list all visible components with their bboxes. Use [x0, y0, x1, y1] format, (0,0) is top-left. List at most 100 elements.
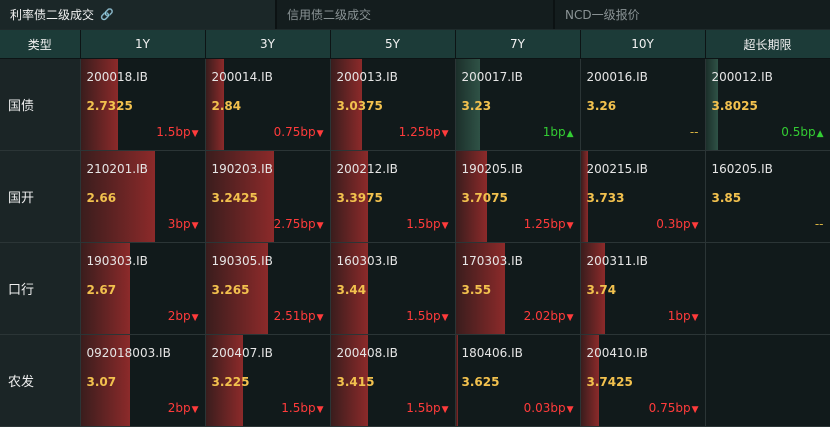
bond-cell[interactable]: 190205.IB 3.7075 1.25bp▼	[455, 150, 581, 243]
triangle-down-icon: ▼	[191, 405, 199, 415]
bond-yield: 3.44	[336, 283, 367, 297]
bond-cell[interactable]: 200410.IB 3.7425 0.75bp▼	[580, 334, 706, 427]
bond-code: 190205.IB	[461, 162, 523, 176]
yield-change: 3bp▼	[168, 217, 199, 231]
bond-cell[interactable]: 180406.IB 3.625 0.03bp▼	[455, 334, 581, 427]
yield-change-value: 2.75bp	[273, 217, 316, 231]
yield-change: --	[815, 217, 824, 231]
column-header-3y[interactable]: 3Y	[205, 30, 331, 59]
bond-yield: 3.26	[586, 99, 617, 113]
yield-change: --	[690, 125, 699, 139]
column-header-7y[interactable]: 7Y	[455, 30, 581, 59]
column-header-1y[interactable]: 1Y	[80, 30, 206, 59]
triangle-up-icon: ▲	[566, 129, 574, 139]
bond-cell[interactable]: 160205.IB 3.85 --	[705, 150, 830, 243]
column-header-5y[interactable]: 5Y	[330, 30, 456, 59]
tab-rate-bond-trades[interactable]: 利率债二级成交 🔗	[0, 0, 275, 29]
bond-code: 200013.IB	[336, 70, 398, 84]
table-row: 国开 210201.IB 2.66 3bp▼ 190203.IB 3.2425 2.75bp…	[0, 150, 830, 243]
yield-change-value: 1bp	[542, 125, 566, 139]
bond-cell[interactable]: 200408.IB 3.415 1.5bp▼	[330, 334, 456, 427]
bond-cell[interactable]: 200016.IB 3.26 --	[580, 58, 706, 151]
yield-change-value: 3bp	[167, 217, 191, 231]
bond-cell[interactable]: 200212.IB 3.3975 1.5bp▼	[330, 150, 456, 243]
row-type-label: 国开	[0, 150, 81, 243]
triangle-down-icon: ▼	[316, 221, 324, 231]
bond-cell[interactable]: 170303.IB 3.55 2.02bp▼	[455, 242, 581, 335]
bond-code: 200017.IB	[461, 70, 523, 84]
yield-change-value: 0.03bp	[523, 401, 566, 415]
yield-change: 0.03bp▼	[524, 401, 574, 415]
bond-yield: 3.55	[461, 283, 492, 297]
bond-cell[interactable]: 200215.IB 3.733 0.3bp▼	[580, 150, 706, 243]
yield-change-value: 2bp	[167, 401, 191, 415]
yield-change: 1.25bp▼	[524, 217, 574, 231]
tab-label: 信用债二级成交	[287, 8, 372, 22]
tab-ncd-quotes[interactable]: NCD一级报价	[555, 0, 830, 29]
bond-cell[interactable]: 210201.IB 2.66 3bp▼	[80, 150, 206, 243]
bond-cell[interactable]: 200013.IB 3.0375 1.25bp▼	[330, 58, 456, 151]
yield-change-value: 1.5bp	[406, 401, 441, 415]
tab-label: NCD一级报价	[565, 8, 640, 22]
yield-change: 0.75bp▼	[274, 125, 324, 139]
bond-cell[interactable]: 190203.IB 3.2425 2.75bp▼	[205, 150, 331, 243]
yield-change: 0.3bp▼	[656, 217, 698, 231]
yield-change-value: 0.5bp	[781, 125, 816, 139]
yield-change: 2.02bp▼	[524, 309, 574, 323]
bond-code: 190203.IB	[211, 162, 273, 176]
yield-change: 1.5bp▼	[406, 309, 448, 323]
yield-change-value: 1.5bp	[156, 125, 191, 139]
bond-code: 210201.IB	[86, 162, 148, 176]
bond-cell[interactable]: 200014.IB 2.84 0.75bp▼	[205, 58, 331, 151]
yield-change-value: --	[689, 125, 699, 139]
yield-change: 1bp▼	[668, 309, 699, 323]
bond-yield: 3.625	[461, 375, 500, 389]
tab-label: 利率债二级成交	[10, 8, 95, 22]
bond-yield: 2.84	[211, 99, 242, 113]
table-row: 口行 190303.IB 2.67 2bp▼ 190305.IB 3.265 2.51bp▼…	[0, 242, 830, 335]
bond-cell[interactable]: 200012.IB 3.8025 0.5bp▲	[705, 58, 830, 151]
bond-cell[interactable]: 200017.IB 3.23 1bp▲	[455, 58, 581, 151]
yield-change-value: 1.5bp	[406, 217, 441, 231]
row-type-label: 口行	[0, 242, 81, 335]
bond-yield: 3.7425	[586, 375, 633, 389]
bond-code: 200311.IB	[586, 254, 648, 268]
bond-code: 190305.IB	[211, 254, 273, 268]
bond-cell[interactable]: 092018003.IB 3.07 2bp▼	[80, 334, 206, 427]
triangle-down-icon: ▼	[191, 129, 199, 139]
bond-cell[interactable]: 200407.IB 3.225 1.5bp▼	[205, 334, 331, 427]
yield-change-value: 0.3bp	[656, 217, 691, 231]
bond-code: 200018.IB	[86, 70, 148, 84]
bond-cell[interactable]: 190303.IB 2.67 2bp▼	[80, 242, 206, 335]
bond-cell[interactable]: 190305.IB 3.265 2.51bp▼	[205, 242, 331, 335]
bond-yield: 3.74	[586, 283, 617, 297]
yield-change: 1.5bp▼	[156, 125, 198, 139]
bond-cell[interactable]: 200311.IB 3.74 1bp▼	[580, 242, 706, 335]
yield-change: 0.5bp▲	[781, 125, 823, 139]
yield-change-value: 1.5bp	[281, 401, 316, 415]
yield-change: 1bp▲	[543, 125, 574, 139]
bond-code: 200408.IB	[336, 346, 398, 360]
yield-change-value: 1.25bp	[398, 125, 441, 139]
bond-cell[interactable]: 200018.IB 2.7325 1.5bp▼	[80, 58, 206, 151]
column-header-ultra-long[interactable]: 超长期限	[705, 30, 830, 59]
tab-credit-bond-trades[interactable]: 信用债二级成交	[277, 0, 553, 29]
bond-cell	[705, 242, 830, 335]
triangle-down-icon: ▼	[691, 221, 699, 231]
bond-code: 170303.IB	[461, 254, 523, 268]
triangle-down-icon: ▼	[566, 221, 574, 231]
column-header-10y[interactable]: 10Y	[580, 30, 706, 59]
link-icon[interactable]: 🔗	[100, 8, 114, 21]
bond-yield: 3.3975	[336, 191, 383, 205]
triangle-down-icon: ▼	[691, 405, 699, 415]
yield-change: 1.25bp▼	[399, 125, 449, 139]
bond-yield: 2.7325	[86, 99, 133, 113]
bond-code: 160205.IB	[711, 162, 773, 176]
triangle-down-icon: ▼	[566, 313, 574, 323]
bond-code: 200407.IB	[211, 346, 273, 360]
yield-change-value: 0.75bp	[273, 125, 316, 139]
yield-change: 0.75bp▼	[649, 401, 699, 415]
yield-change: 1.5bp▼	[406, 217, 448, 231]
bond-yield: 3.733	[586, 191, 625, 205]
bond-cell[interactable]: 160303.IB 3.44 1.5bp▼	[330, 242, 456, 335]
